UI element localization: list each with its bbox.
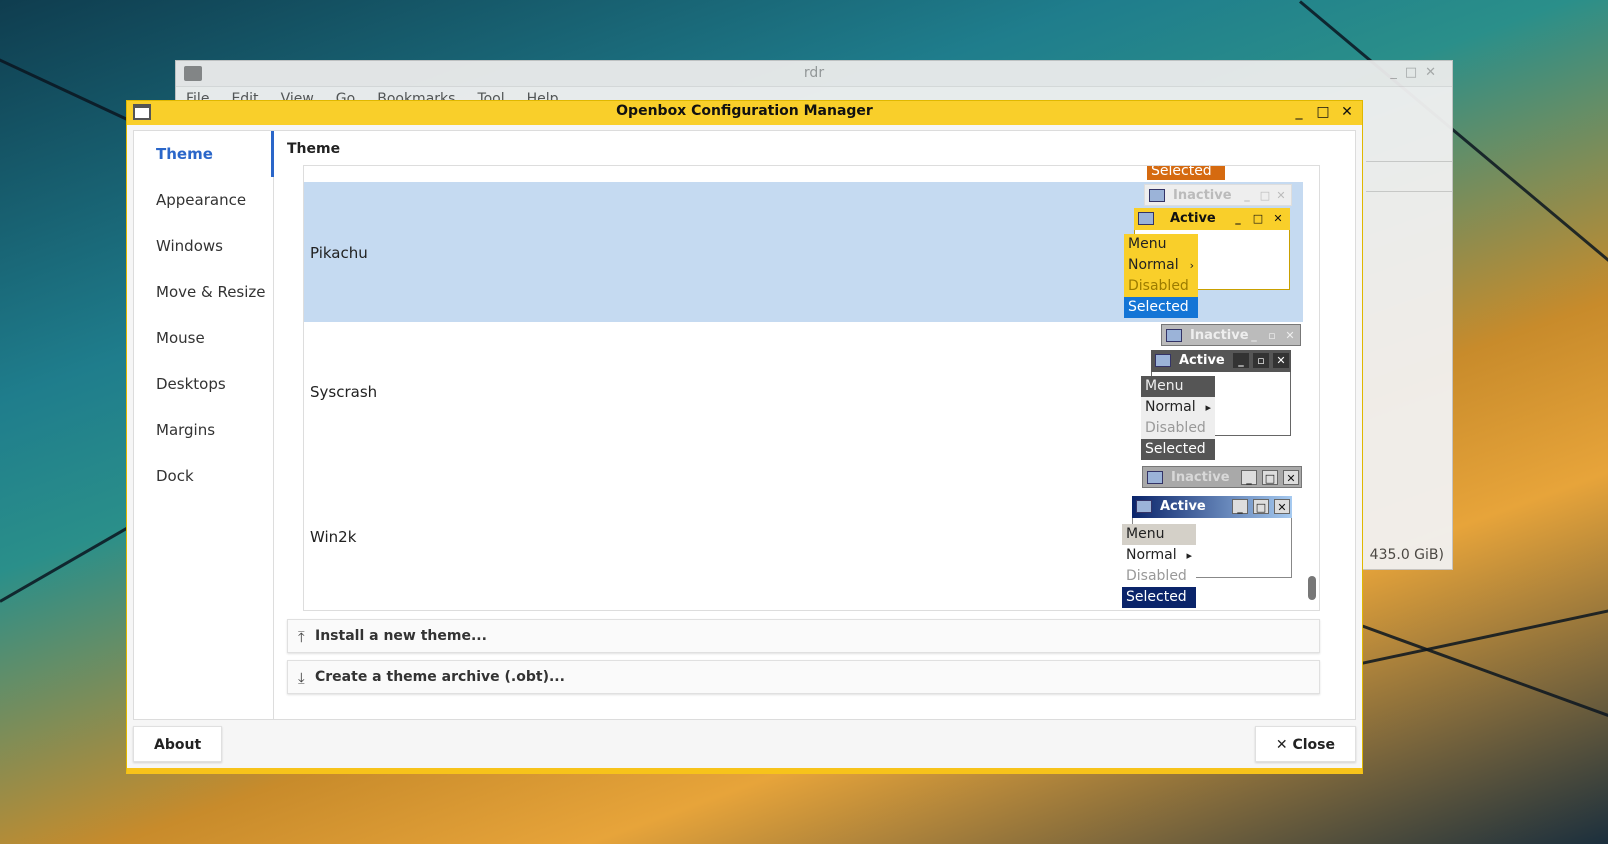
theme-name: Syscrash — [310, 383, 378, 401]
create-archive-button[interactable]: ⤓ Create a theme archive (.obt)... — [287, 660, 1320, 694]
window-icon — [1147, 471, 1163, 484]
background-window-controls[interactable]: _□✕ — [1390, 65, 1444, 80]
previous-theme-preview: Selected — [1147, 166, 1225, 180]
background-window-title: rdr — [803, 65, 825, 81]
minimize-button[interactable]: _ — [1292, 103, 1306, 121]
close-button[interactable]: ✕ Close — [1254, 726, 1356, 762]
minimize-icon: _ — [1244, 189, 1250, 202]
panel-title: Theme — [287, 141, 341, 157]
maximize-icon: □ — [1253, 499, 1269, 514]
preview-menu: Menu Normal ▸ Disabled Selected — [1141, 376, 1215, 460]
theme-row-syscrash[interactable]: Syscrash Inactive _ ▫ ✕ Active _ ▫ ✕ Men… — [304, 322, 1303, 462]
about-button[interactable]: About — [133, 726, 223, 762]
preview-active-window: Active _ □ ✕ — [1134, 208, 1290, 230]
preview-active-window: Active _ □ ✕ — [1132, 496, 1292, 518]
divider — [1366, 161, 1452, 162]
theme-name: Win2k — [310, 528, 357, 546]
close-icon: ✕ — [1276, 189, 1286, 202]
sidebar-item-appearance[interactable]: Appearance — [134, 177, 273, 223]
minimize-icon: _ — [1233, 353, 1249, 368]
background-window-titlebar[interactable]: rdr _□✕ — [176, 61, 1452, 87]
window-icon — [1138, 212, 1154, 225]
window-icon — [1136, 500, 1152, 513]
background-window-status: 435.0 GiB) — [1369, 547, 1444, 563]
close-icon: ✕ — [1283, 470, 1299, 485]
list-scrollbar[interactable] — [1308, 576, 1316, 600]
preview-inactive-window: Inactive _ □ ✕ — [1144, 184, 1292, 206]
close-icon: ✕ — [1285, 329, 1295, 342]
window-icon — [1155, 354, 1171, 367]
theme-panel: Theme Selected Pikachu Inactive _ □ ✕ Ac… — [275, 131, 1355, 719]
sidebar-item-mouse[interactable]: Mouse — [134, 315, 273, 361]
upload-icon: ⤒ — [298, 628, 305, 646]
close-window-button[interactable]: ✕ — [1340, 103, 1354, 121]
restore-icon: ▫ — [1253, 353, 1269, 368]
close-icon: ✕ — [1273, 212, 1283, 225]
close-button-label: Close — [1292, 737, 1335, 753]
window-controls: _ □ ✕ — [1292, 103, 1354, 121]
settings-sidebar: Theme Appearance Windows Move & Resize M… — [134, 131, 274, 719]
dialog-titlebar[interactable]: Openbox Configuration Manager _ □ ✕ — [127, 101, 1362, 125]
sidebar-item-dock[interactable]: Dock — [134, 453, 273, 499]
minimize-icon: _ — [1232, 499, 1248, 514]
maximize-icon: □ — [1259, 189, 1271, 202]
openbox-config-dialog: Openbox Configuration Manager _ □ ✕ Them… — [126, 100, 1363, 774]
sidebar-item-desktops[interactable]: Desktops — [134, 361, 273, 407]
close-icon: ✕ — [1274, 499, 1290, 514]
maximize-icon: □ — [1252, 212, 1264, 225]
dialog-content: Theme Appearance Windows Move & Resize M… — [133, 130, 1356, 720]
sidebar-item-theme[interactable]: Theme — [134, 131, 274, 177]
window-icon — [1149, 189, 1165, 202]
maximize-icon: □ — [1262, 470, 1278, 485]
sidebar-item-move-resize[interactable]: Move & Resize — [134, 269, 273, 315]
minimize-icon: _ — [1241, 470, 1257, 485]
theme-row-pikachu[interactable]: Pikachu Inactive _ □ ✕ Active _ □ ✕ Menu… — [304, 182, 1303, 322]
maximize-button[interactable]: □ — [1316, 103, 1330, 121]
close-icon: ✕ — [1273, 353, 1289, 368]
sidebar-item-margins[interactable]: Margins — [134, 407, 273, 453]
preview-inactive-window: Inactive _ □ ✕ — [1142, 466, 1302, 488]
divider — [1366, 191, 1452, 192]
theme-list[interactable]: Selected Pikachu Inactive _ □ ✕ Active _… — [303, 165, 1320, 611]
preview-selected-item: Selected — [1147, 166, 1225, 180]
theme-row-win2k[interactable]: Win2k Inactive _ □ ✕ Active _ □ ✕ Menu N… — [304, 462, 1303, 610]
window-icon — [1166, 329, 1182, 342]
dialog-title: Openbox Configuration Manager — [616, 103, 873, 119]
sidebar-item-windows[interactable]: Windows — [134, 223, 273, 269]
close-icon: ✕ — [1275, 737, 1288, 753]
preview-menu: Menu Normal › Disabled Selected — [1124, 234, 1198, 318]
download-icon: ⤓ — [298, 669, 305, 687]
restore-icon: ▫ — [1268, 329, 1276, 342]
theme-name: Pikachu — [310, 244, 368, 262]
install-theme-button[interactable]: ⤒ Install a new theme... — [287, 619, 1320, 653]
preview-menu: Menu Normal ▸ Disabled Selected — [1122, 524, 1196, 608]
preview-active-window: Active _ ▫ ✕ — [1151, 350, 1291, 372]
preview-inactive-window: Inactive _ ▫ ✕ — [1161, 324, 1301, 346]
minimize-icon: _ — [1235, 212, 1241, 225]
minimize-icon: _ — [1251, 329, 1257, 342]
